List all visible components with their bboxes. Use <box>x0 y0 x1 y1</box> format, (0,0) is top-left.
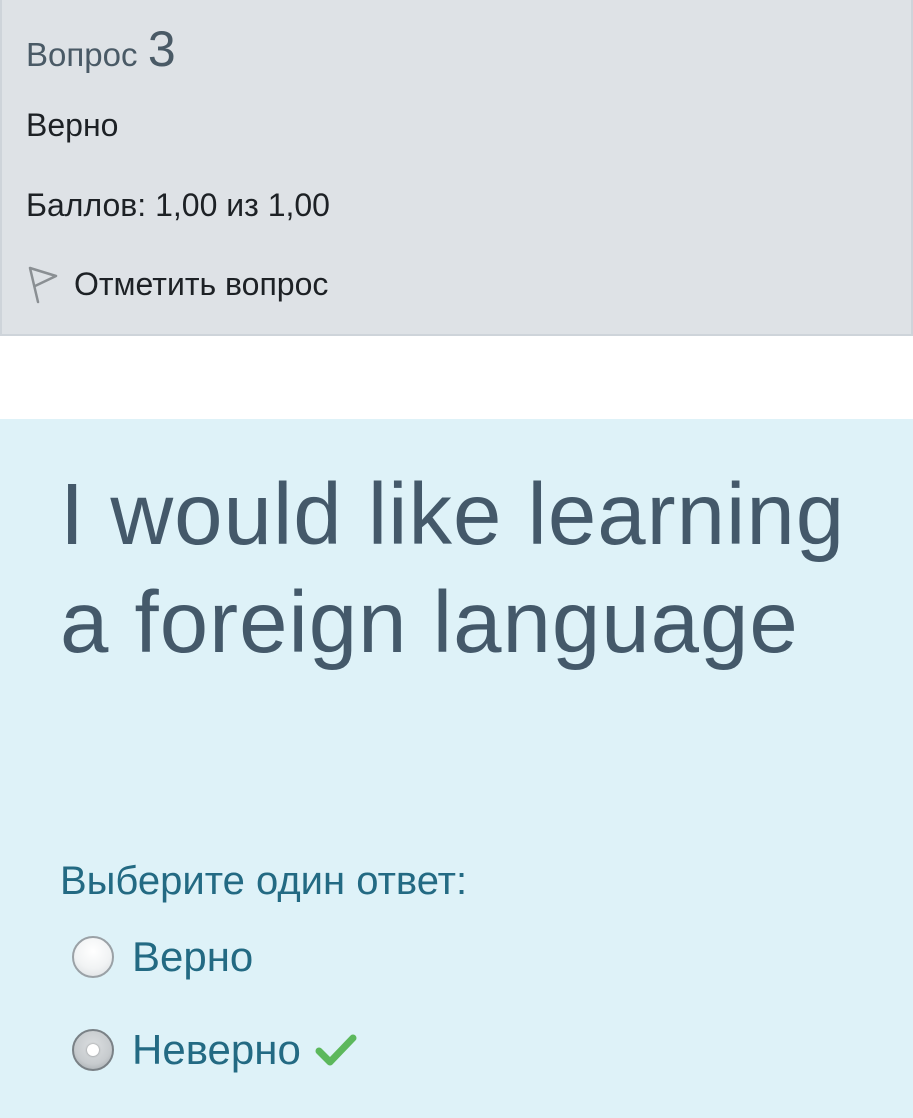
question-label: Вопрос <box>26 36 138 73</box>
question-number: 3 <box>147 21 176 77</box>
answer-label-false: Неверно <box>132 1026 301 1073</box>
radio-button-false[interactable] <box>72 1029 114 1071</box>
question-state: Верно <box>26 107 119 143</box>
flag-question-link[interactable]: Отметить вопрос <box>26 264 328 304</box>
flag-outline-icon <box>26 264 60 304</box>
answer-prompt: Выберите один ответ: <box>60 859 468 903</box>
question-grade: Баллов: 1,00 из 1,00 <box>26 187 330 223</box>
flag-question-label: Отметить вопрос <box>74 265 329 302</box>
radio-button-true[interactable] <box>72 936 114 978</box>
answer-label-true: Верно <box>132 933 254 980</box>
question-content-panel: I would like learning a foreign language… <box>0 419 913 1118</box>
answer-option-false[interactable]: Неверно <box>72 1026 357 1074</box>
question-text: I would like learning a foreign language <box>60 466 846 671</box>
answer-option-true[interactable]: Верно <box>72 933 253 981</box>
question-title: Вопрос 3 <box>26 20 176 78</box>
question-info-panel: Вопрос 3 Верно Баллов: 1,00 из 1,00 Отме… <box>0 0 913 336</box>
checkmark-icon <box>315 1032 357 1068</box>
